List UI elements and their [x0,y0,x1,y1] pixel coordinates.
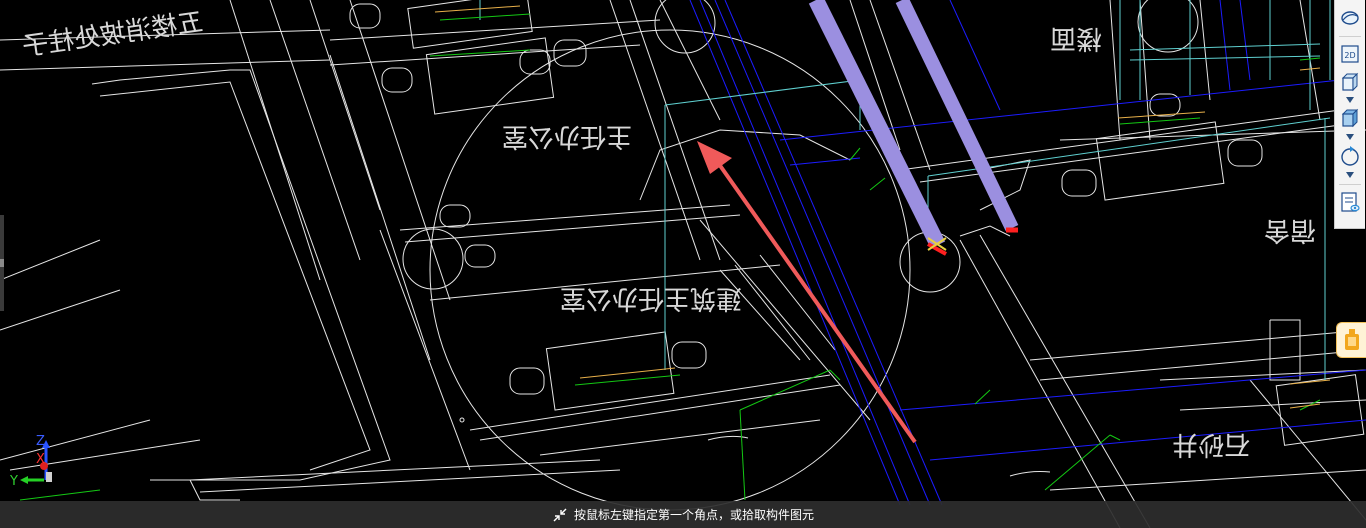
cube-icon [1341,72,1359,92]
chevron-down-icon[interactable] [1346,134,1354,140]
status-message: 按鼠标左键指定第一个角点，或拾取构件图元 [573,508,814,522]
eye-list-icon [1341,192,1360,212]
cad-drawing[interactable]: 主任办公室 建筑主任办公室 五楼消坡处柱子 楼面 宿舍 石砂井 [0,0,1366,528]
chevron-down-icon[interactable] [1346,172,1354,178]
room-label: 宿舍 [1264,215,1316,245]
display-settings-button[interactable] [1338,190,1362,214]
room-label: 五楼消坡处柱子 [21,7,205,62]
plugin-icon [1345,329,1359,350]
stair-outline [99,81,371,471]
grip-icon [0,259,4,267]
cad-viewport[interactable]: 主任办公室 建筑主任办公室 五楼消坡处柱子 楼面 宿舍 石砂井 Z X Y 2D [0,0,1366,528]
room-label: 石砂井 [1172,429,1250,459]
room-label: 建筑主任办公室 [560,283,742,313]
plugin-button[interactable] [1336,322,1366,358]
wall-line [0,59,331,71]
left-panel-tab[interactable] [0,215,4,311]
shrink-icon [553,508,567,521]
3d-box-button[interactable] [1338,70,1362,94]
axis-y-label: Y [10,474,18,489]
zoom-circle [429,29,911,511]
axis-gizmo: Z X Y [4,434,64,492]
room-label: 楼面 [1050,23,1102,53]
svg-text:2D: 2D [1344,51,1355,60]
view-toolbar: 2D [1334,0,1365,229]
cube-solid-icon [1341,108,1359,128]
room-label: 主任办公室 [502,121,632,151]
stair-outline [91,69,391,481]
3d-solid-button[interactable] [1338,106,1362,130]
axis-z-label: Z [36,434,45,449]
orbit-button[interactable] [1338,6,1362,30]
rotate-button[interactable] [1338,144,1362,168]
orbit-icon [1341,11,1359,25]
axis-x-label: X [36,452,45,467]
2d-view-icon: 2D [1341,45,1359,63]
pipe-group [808,0,1019,256]
rotate-icon [1341,146,1359,166]
chevron-down-icon[interactable] [1346,97,1354,103]
2d-view-button[interactable]: 2D [1338,42,1362,66]
status-bar: 按鼠标左键指定第一个角点，或拾取构件图元 [0,501,1366,528]
